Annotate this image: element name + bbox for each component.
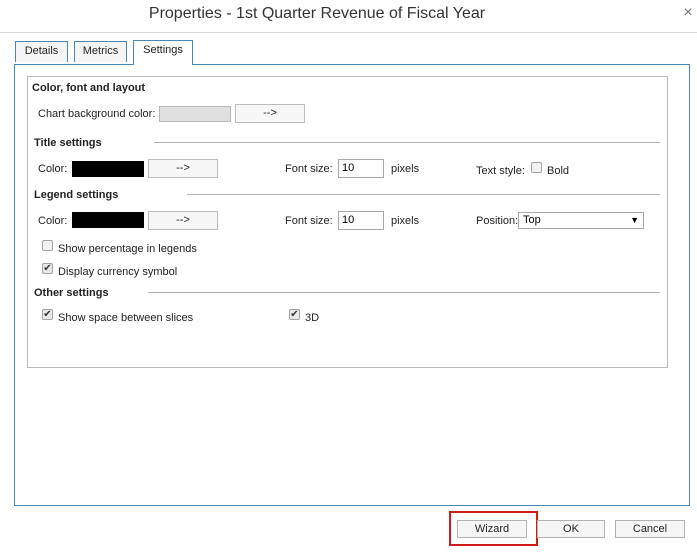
title-font-size-unit: pixels bbox=[391, 163, 420, 175]
three-d-checkbox[interactable]: ✔ bbox=[289, 309, 300, 320]
display-currency-label: Display currency symbol bbox=[58, 266, 178, 278]
legend-position-select[interactable]: Top ▼ bbox=[518, 212, 644, 229]
close-icon[interactable]: × bbox=[681, 5, 695, 21]
ok-button[interactable]: OK bbox=[537, 520, 605, 538]
cancel-button[interactable]: Cancel bbox=[615, 520, 685, 538]
chart-background-color-label: Chart background color: bbox=[38, 108, 156, 120]
dropdown-arrow-icon: ▼ bbox=[630, 215, 639, 225]
legend-color-picker-button[interactable]: --> bbox=[148, 211, 218, 230]
display-currency-checkbox[interactable]: ✔ bbox=[42, 263, 53, 274]
section-heading-legend-settings: Legend settings bbox=[34, 189, 119, 201]
section-heading-other-settings: Other settings bbox=[34, 287, 109, 299]
title-settings-divider bbox=[154, 142, 660, 143]
chart-background-color-swatch bbox=[159, 106, 231, 122]
legend-position-label: Position: bbox=[476, 215, 519, 227]
text-style-label: Text style: bbox=[476, 165, 525, 177]
legend-color-swatch bbox=[72, 212, 144, 228]
title-color-label: Color: bbox=[38, 163, 68, 175]
bold-label: Bold bbox=[547, 165, 570, 177]
show-percentage-checkbox[interactable] bbox=[42, 240, 53, 251]
tab-metrics[interactable]: Metrics bbox=[74, 41, 127, 62]
legend-position-value: Top bbox=[523, 214, 541, 226]
dialog-title: Properties - 1st Quarter Revenue of Fisc… bbox=[148, 5, 486, 22]
section-heading-color-font-layout: Color, font and layout bbox=[32, 82, 146, 94]
show-percentage-label: Show percentage in legends bbox=[58, 243, 197, 255]
chart-background-color-picker-button[interactable]: --> bbox=[235, 104, 305, 123]
title-font-size-label: Font size: bbox=[285, 163, 333, 175]
legend-settings-divider bbox=[187, 194, 660, 195]
tab-settings[interactable]: Settings bbox=[133, 40, 193, 65]
dialog-titlebar: Properties - 1st Quarter Revenue of Fisc… bbox=[0, 0, 697, 33]
show-space-between-slices-checkbox[interactable]: ✔ bbox=[42, 309, 53, 320]
show-space-between-slices-label: Show space between slices bbox=[58, 312, 194, 324]
other-settings-divider bbox=[148, 292, 660, 293]
legend-font-size-unit: pixels bbox=[391, 215, 420, 227]
section-heading-title-settings: Title settings bbox=[34, 137, 102, 149]
title-font-size-input[interactable]: 10 bbox=[338, 159, 384, 178]
legend-color-label: Color: bbox=[38, 215, 68, 227]
bold-checkbox[interactable] bbox=[531, 162, 542, 173]
legend-font-size-label: Font size: bbox=[285, 215, 333, 227]
wizard-button[interactable]: Wizard bbox=[457, 520, 527, 538]
legend-font-size-input[interactable]: 10 bbox=[338, 211, 384, 230]
tab-details[interactable]: Details bbox=[15, 41, 68, 62]
title-color-picker-button[interactable]: --> bbox=[148, 159, 218, 178]
title-color-swatch bbox=[72, 161, 144, 177]
three-d-label: 3D bbox=[305, 312, 320, 324]
